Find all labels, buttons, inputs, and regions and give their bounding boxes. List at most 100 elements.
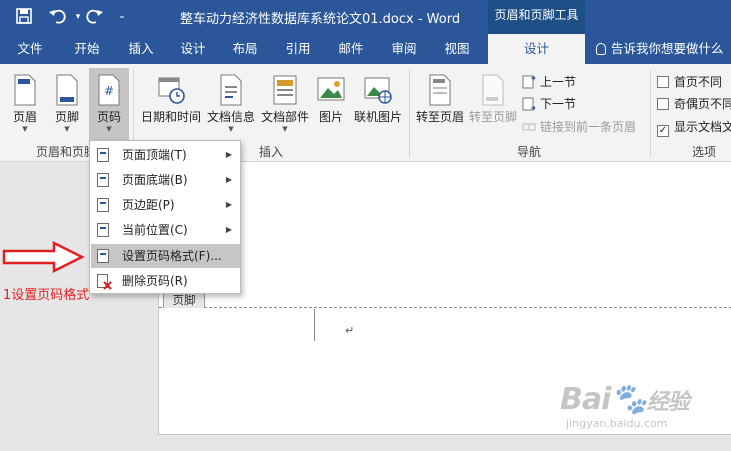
group-label-navigation: 导航 xyxy=(517,145,542,159)
chevron-down-icon: ▼ xyxy=(228,125,234,133)
format-page-number-icon xyxy=(97,249,109,263)
baidu-watermark: Bai🐾经验 jingyan.baidu.com xyxy=(560,382,730,442)
footer-boundary xyxy=(159,307,731,308)
previous-section-label: 上一节 xyxy=(540,75,577,89)
title-bar: ▾ ₌ 整车动力经济性数据库系统论文01.docx - Word 页眉和页脚工具 xyxy=(0,0,731,34)
context-tab-title: 页眉和页脚工具 xyxy=(488,0,585,34)
quick-parts-label: 文档部件 xyxy=(260,110,309,124)
paw-icon: 🐾 xyxy=(610,382,647,417)
page-bottom-icon xyxy=(97,173,109,187)
goto-footer-button[interactable]: 转至页脚 xyxy=(467,68,519,142)
footer-icon xyxy=(56,74,78,106)
next-section-label: 下一节 xyxy=(540,97,577,111)
menu-item-page-margins[interactable]: 页边距(P) ▶ xyxy=(91,193,240,217)
footer-label: 页脚 xyxy=(54,110,79,124)
checkbox-unchecked xyxy=(657,98,669,110)
quick-parts-button[interactable]: 文档部件 ▼ xyxy=(259,68,311,142)
picture-icon xyxy=(317,77,345,101)
page-number-label: 页码 xyxy=(96,110,121,124)
different-first-page-checkbox[interactable]: 首页不同 xyxy=(657,72,722,92)
page-number-button[interactable]: # 页码 ▼ xyxy=(89,68,129,142)
ribbon-tabs: 文件 开始 插入 设计 布局 引用 邮件 审阅 视图 设计 告诉我你想要做什么 xyxy=(0,34,731,64)
menu-item-label: 页面顶端(T) xyxy=(122,148,187,162)
remove-page-number-icon xyxy=(97,274,112,290)
previous-section-icon xyxy=(522,75,536,89)
menu-item-current-position[interactable]: 当前位置(C) ▶ xyxy=(91,218,240,242)
date-time-label: 日期和时间 xyxy=(140,110,201,124)
group-separator xyxy=(650,70,651,158)
next-section-button[interactable]: 下一节 xyxy=(522,94,576,114)
link-to-previous-label: 链接到前一条页眉 xyxy=(540,120,637,134)
menu-item-bottom-of-page[interactable]: 页面底端(B) ▶ xyxy=(91,168,240,192)
tab-review[interactable]: 审阅 xyxy=(381,34,427,64)
undo-icon[interactable] xyxy=(48,7,68,27)
paragraph-mark[interactable]: ↵ xyxy=(345,324,354,337)
chevron-down-icon: ▼ xyxy=(106,125,112,133)
tell-me-label: 告诉我你想要做什么 xyxy=(611,41,724,56)
tab-file[interactable]: 文件 xyxy=(8,34,52,64)
previous-section-button[interactable]: 上一节 xyxy=(522,72,576,92)
svg-text:#: # xyxy=(104,84,114,98)
watermark-url: jingyan.baidu.com xyxy=(566,417,668,430)
tab-layout[interactable]: 布局 xyxy=(222,34,268,64)
group-label-options: 选项 xyxy=(692,145,717,159)
menu-item-top-of-page[interactable]: 页面顶端(T) ▶ xyxy=(91,143,240,167)
header-button[interactable]: 页眉 ▼ xyxy=(8,68,42,142)
different-odd-even-label: 奇偶页不同 xyxy=(674,97,731,111)
menu-item-remove-page-numbers[interactable]: 删除页码(R) xyxy=(91,269,240,293)
group-label-insert: 插入 xyxy=(259,145,284,159)
tab-home[interactable]: 开始 xyxy=(62,34,112,64)
next-section-icon xyxy=(522,97,536,111)
tab-references[interactable]: 引用 xyxy=(275,34,321,64)
tab-hf-design[interactable]: 设计 xyxy=(488,34,585,64)
tell-me-search[interactable]: 告诉我你想要做什么 xyxy=(596,34,724,64)
show-document-text-checkbox[interactable]: ✓ 显示文档文 xyxy=(657,117,731,137)
goto-footer-icon xyxy=(482,74,504,106)
redo-icon[interactable] xyxy=(84,7,104,27)
goto-header-icon xyxy=(429,74,451,106)
group-separator xyxy=(409,70,410,158)
customize-qat-icon[interactable]: ₌ xyxy=(112,7,132,27)
page-number-menu: 页面顶端(T) ▶ 页面底端(B) ▶ 页边距(P) ▶ 当前位置(C) ▶ 设… xyxy=(89,140,241,294)
chevron-right-icon: ▶ xyxy=(225,175,232,184)
doc-info-label: 文档信息 xyxy=(206,110,255,124)
link-to-previous-button[interactable]: 链接到前一条页眉 xyxy=(522,117,636,137)
doc-info-button[interactable]: 文档信息 ▼ xyxy=(205,68,257,142)
menu-item-label: 设置页码格式(F)... xyxy=(122,249,222,263)
different-odd-even-checkbox[interactable]: 奇偶页不同 xyxy=(657,94,731,114)
date-time-button[interactable]: 日期和时间 xyxy=(140,68,202,142)
picture-label: 图片 xyxy=(318,110,343,124)
checkbox-unchecked xyxy=(657,76,669,88)
page-margin-icon xyxy=(97,198,109,212)
online-picture-label: 联机图片 xyxy=(353,110,402,124)
tab-view[interactable]: 视图 xyxy=(434,34,480,64)
online-picture-button[interactable]: 联机图片 xyxy=(352,68,404,142)
picture-button[interactable]: 图片 xyxy=(315,68,347,142)
red-arrow-annotation xyxy=(2,240,85,274)
header-label: 页眉 xyxy=(12,110,37,124)
chevron-down-icon: ▼ xyxy=(22,125,28,133)
show-document-text-label: 显示文档文 xyxy=(674,120,731,134)
watermark-brand: Bai xyxy=(560,382,611,417)
save-icon[interactable] xyxy=(14,7,34,27)
chevron-down-icon: ▼ xyxy=(282,125,288,133)
menu-item-label: 页边距(P) xyxy=(122,198,175,212)
different-first-page-label: 首页不同 xyxy=(674,75,723,89)
tab-insert[interactable]: 插入 xyxy=(116,34,166,64)
checkmark-icon: ✓ xyxy=(657,125,669,137)
online-picture-icon xyxy=(364,77,392,104)
chevron-right-icon: ▶ xyxy=(225,225,232,234)
menu-item-label: 页面底端(B) xyxy=(122,173,188,187)
tab-mailings[interactable]: 邮件 xyxy=(328,34,374,64)
footer-button[interactable]: 页脚 ▼ xyxy=(50,68,84,142)
goto-header-button[interactable]: 转至页眉 xyxy=(414,68,466,142)
menu-item-format-page-numbers[interactable]: 设置页码格式(F)... xyxy=(91,244,240,268)
page-top-icon xyxy=(97,148,109,162)
tab-design[interactable]: 设计 xyxy=(170,34,216,64)
document-info-icon xyxy=(220,74,242,106)
lightbulb-icon xyxy=(596,43,606,55)
goto-footer-label: 转至页脚 xyxy=(468,110,517,124)
page-number-icon: # xyxy=(98,74,120,106)
group-label-header-footer: 页眉和页脚 xyxy=(36,145,97,159)
calendar-clock-icon xyxy=(158,77,185,104)
